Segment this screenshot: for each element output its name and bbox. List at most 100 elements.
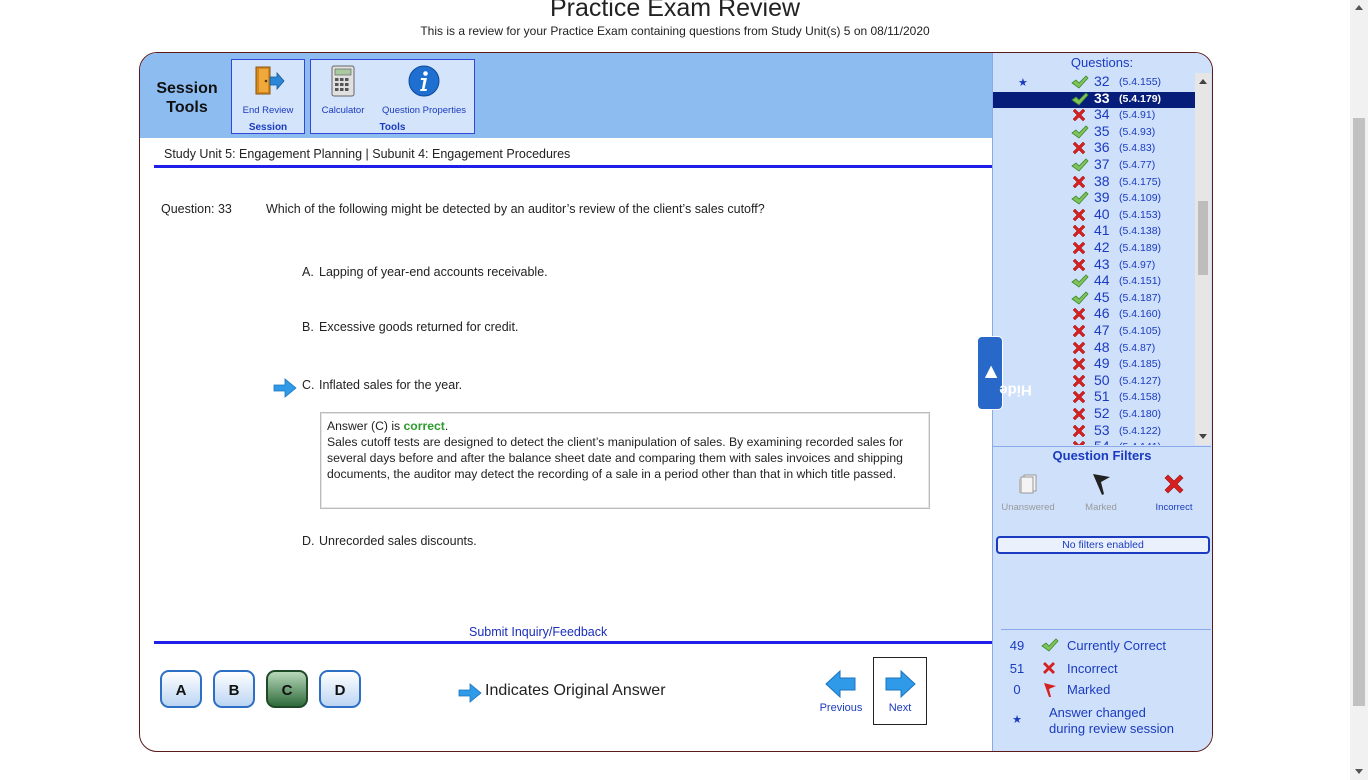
- question-reference: (5.4.187): [1119, 291, 1162, 304]
- red-x-icon: [1071, 241, 1089, 257]
- red-x-icon: [1071, 141, 1089, 157]
- next-button[interactable]: Next: [873, 657, 927, 725]
- question-list-item[interactable]: ★ 32 (5.4.155): [993, 73, 1195, 91]
- question-list-item[interactable]: 42 (5.4.189): [993, 239, 1195, 257]
- question-list-item[interactable]: 33 (5.4.179): [993, 89, 1195, 108]
- question-list-item[interactable]: 39 (5.4.109): [993, 189, 1195, 207]
- question-reference: (5.4.185): [1119, 358, 1162, 371]
- question-list-item[interactable]: 44 (5.4.151): [993, 272, 1195, 290]
- question-list-item[interactable]: 45 (5.4.187): [993, 289, 1195, 307]
- red-x-icon: [1071, 341, 1089, 357]
- filter-status: No filters enabled: [996, 536, 1210, 554]
- scroll-up-icon[interactable]: [1199, 79, 1207, 84]
- question-list-item[interactable]: 49 (5.4.185): [993, 355, 1195, 373]
- question-list-item[interactable]: 41 (5.4.138): [993, 222, 1195, 240]
- hide-sidebar-button[interactable]: ▶ Hide: [977, 336, 1032, 410]
- checkmark-icon: [1071, 158, 1089, 174]
- filter-unanswered-label: Unanswered: [1001, 502, 1055, 513]
- red-x-icon: [1071, 324, 1089, 340]
- question-list-item[interactable]: 40 (5.4.153): [993, 205, 1195, 224]
- question-number: 44: [1094, 272, 1110, 289]
- window-scrollbar[interactable]: [1350, 0, 1368, 780]
- question-list-item[interactable]: 34 (5.4.91): [993, 106, 1195, 124]
- question-reference: (5.4.153): [1119, 208, 1162, 221]
- question-number: 46: [1094, 305, 1110, 322]
- question-number: 36: [1094, 139, 1110, 156]
- exam-review-panel: Session Tools End Review Session Calcula…: [139, 52, 1213, 752]
- question-list-item[interactable]: 36 (5.4.83): [993, 139, 1195, 157]
- checkmark-icon: [1071, 125, 1089, 141]
- choice-letter: B.: [302, 320, 314, 334]
- flag-icon: [1093, 474, 1110, 495]
- question-number: 40: [1094, 205, 1110, 222]
- question-list-scrollbar[interactable]: [1195, 73, 1211, 445]
- scroll-down-icon[interactable]: [1199, 434, 1207, 439]
- previous-button[interactable]: Previous: [814, 657, 868, 725]
- explanation-suffix: .: [444, 419, 449, 433]
- red-x-icon: [1071, 208, 1089, 224]
- window-scroll-up-icon[interactable]: [1355, 5, 1363, 10]
- question-reference: (5.4.175): [1119, 175, 1162, 188]
- red-x-icon: [1071, 357, 1089, 373]
- incorrect-count: 51: [1009, 661, 1025, 676]
- choice-text: Inflated sales for the year.: [319, 378, 463, 392]
- question-reference: (5.4.160): [1119, 308, 1162, 321]
- original-answer-arrow-icon: [273, 378, 297, 403]
- answer-button-a[interactable]: A: [160, 670, 202, 708]
- end-review-label: End Review: [242, 105, 294, 116]
- answer-explanation: Answer (C) is correct. Sales cutoff test…: [320, 412, 930, 509]
- answer-button-c[interactable]: C: [266, 670, 308, 708]
- question-list-item[interactable]: 43 (5.4.97): [993, 256, 1195, 274]
- submit-feedback-link[interactable]: Submit Inquiry/Feedback: [469, 625, 607, 639]
- red-x-icon: [1164, 474, 1184, 494]
- tools-caption: Tools: [379, 122, 406, 133]
- question-list-item[interactable]: 46 (5.4.160): [993, 305, 1195, 323]
- window-scroll-down-icon[interactable]: [1355, 769, 1363, 774]
- question-list-item[interactable]: 38 (5.4.175): [993, 172, 1195, 191]
- question-list-item[interactable]: 53 (5.4.122): [993, 422, 1195, 440]
- changed-label-line2: during review session: [1049, 721, 1175, 736]
- red-x-icon: [1071, 307, 1089, 323]
- red-x-icon: [1071, 390, 1089, 406]
- question-reference: (5.4.127): [1119, 374, 1162, 387]
- calculator-label: Calculator: [321, 105, 365, 116]
- question-reference: (5.4.189): [1119, 242, 1162, 254]
- answer-button-d[interactable]: D: [319, 670, 361, 708]
- question-list-item[interactable]: 48 (5.4.87): [993, 339, 1195, 357]
- question-list-item[interactable]: 52 (5.4.180): [993, 405, 1195, 423]
- question-properties-button[interactable]: Question Properties: [375, 64, 473, 116]
- arrow-left-icon: [814, 669, 868, 702]
- question-reference: (5.4.91): [1119, 109, 1156, 122]
- filter-incorrect-button[interactable]: Incorrect: [1139, 471, 1209, 513]
- question-list-item[interactable]: 54 (5.4.141): [993, 438, 1195, 445]
- end-review-button[interactable]: End Review: [232, 64, 304, 116]
- choice-letter: C.: [302, 378, 315, 392]
- marked-label: Marked: [1067, 682, 1111, 697]
- info-icon: [407, 64, 441, 98]
- calculator-button[interactable]: Calculator: [313, 64, 373, 116]
- scroll-thumb[interactable]: [1198, 201, 1208, 275]
- filter-marked-button[interactable]: Marked: [1066, 471, 1136, 513]
- red-x-icon: [1071, 424, 1089, 440]
- filter-incorrect-label: Incorrect: [1155, 502, 1193, 513]
- previous-label: Previous: [819, 702, 863, 714]
- red-x-icon: [1041, 661, 1057, 678]
- answer-button-b[interactable]: B: [213, 670, 255, 708]
- question-reference: (5.4.83): [1119, 142, 1156, 155]
- question-list-item[interactable]: 47 (5.4.105): [993, 322, 1195, 340]
- question-number: 51: [1094, 388, 1110, 405]
- question-reference: (5.4.155): [1119, 76, 1162, 88]
- filter-unanswered-button[interactable]: Unanswered: [993, 471, 1063, 513]
- checkmark-icon: [1071, 191, 1089, 207]
- question-filters-title: Question Filters: [1052, 448, 1152, 463]
- question-number: 33: [1094, 89, 1110, 106]
- question-number: 38: [1094, 172, 1110, 189]
- question-list-item[interactable]: 35 (5.4.93): [993, 123, 1195, 141]
- divider: [1001, 629, 1211, 630]
- window-scroll-thumb[interactable]: [1353, 118, 1365, 706]
- choice-letter: D.: [302, 534, 315, 548]
- legend-original-answer: Indicates Original Answer: [485, 682, 666, 699]
- question-list-item[interactable]: 37 (5.4.77): [993, 156, 1195, 174]
- page-subtitle: This is a review for your Practice Exam …: [420, 24, 930, 38]
- question-reference: (5.4.151): [1119, 275, 1162, 288]
